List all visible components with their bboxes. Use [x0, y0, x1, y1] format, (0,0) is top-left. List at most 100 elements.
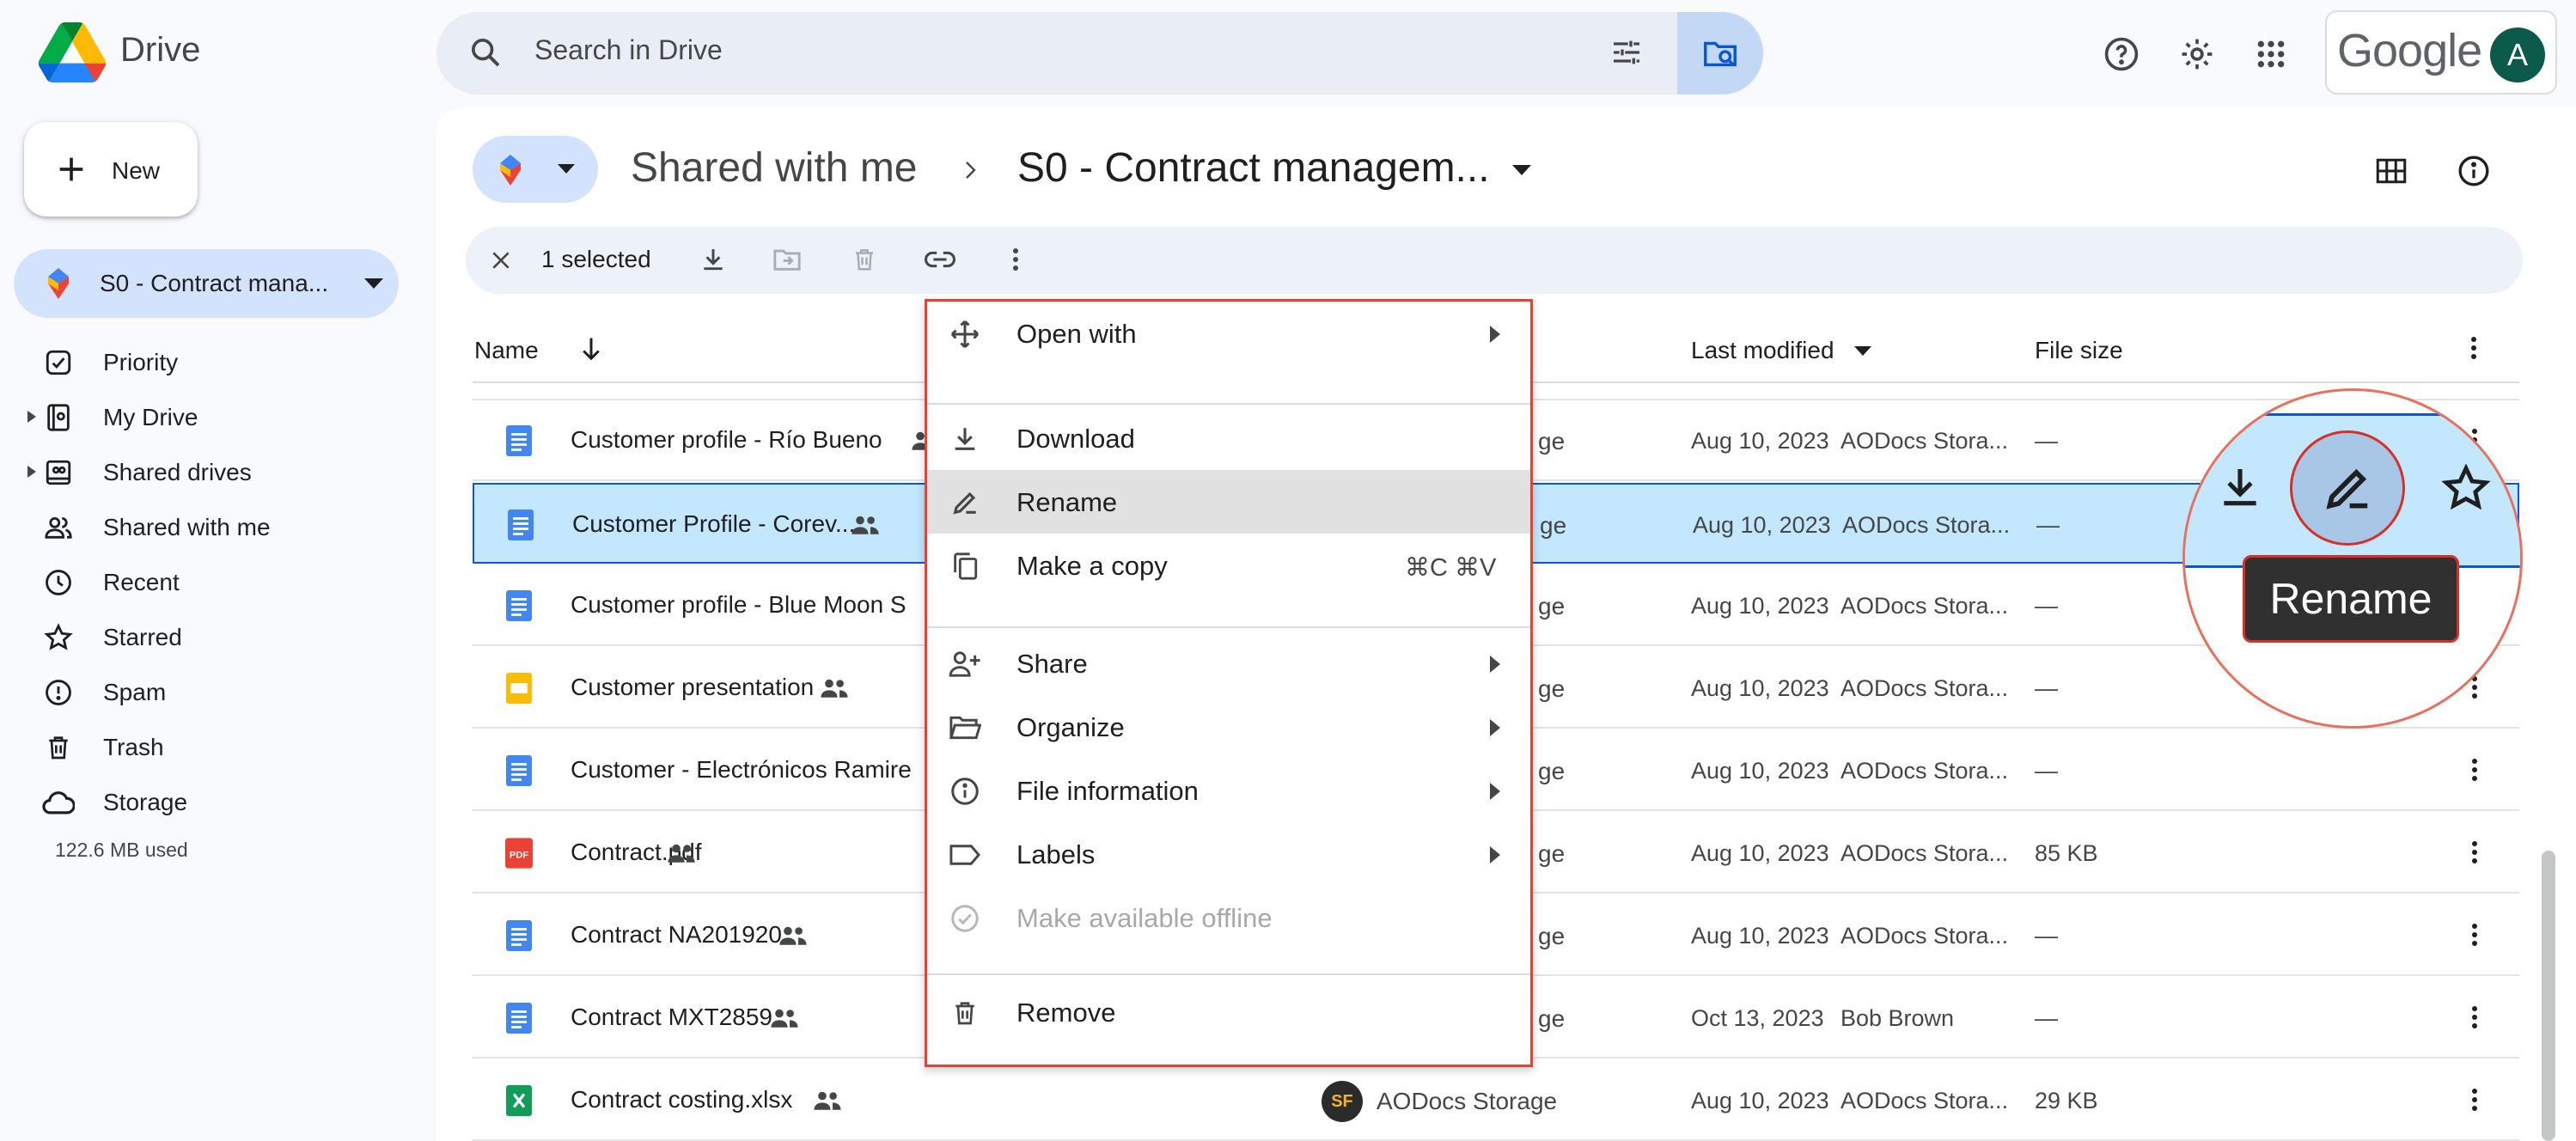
file-modified-date: Aug 10, 2023 — [1691, 758, 1829, 784]
folder-open-icon — [948, 711, 982, 745]
sidebar-item-trash[interactable]: Trash — [0, 720, 412, 775]
file-modified-by: AODocs Stora... — [1840, 758, 2009, 784]
storage-used-text: 122.6 MB used — [55, 839, 188, 861]
settings-icon[interactable] — [2176, 33, 2219, 76]
search-input[interactable]: Search in Drive — [534, 34, 723, 66]
plus-icon — [50, 148, 93, 191]
info-icon[interactable] — [2452, 149, 2495, 192]
sidebar-item-spam[interactable]: Spam — [0, 665, 412, 720]
menu-item-share[interactable]: Share — [927, 632, 1530, 695]
sidebar-item-priority[interactable]: Priority — [0, 335, 412, 390]
shared-people-icon — [778, 923, 808, 949]
submenu-arrow-icon — [1490, 326, 1500, 343]
apps-icon[interactable] — [2249, 33, 2292, 76]
file-modified-by: AODocs Stora... — [1842, 512, 2011, 538]
rename-icon[interactable] — [2321, 461, 2374, 515]
file-modified-date: Aug 10, 2023 — [1691, 840, 1829, 866]
download-icon[interactable] — [694, 241, 732, 278]
arrow-down-icon[interactable] — [574, 332, 608, 366]
search-folder-icon[interactable] — [1677, 12, 1763, 95]
trash-icon[interactable] — [845, 241, 883, 278]
cloud-icon — [41, 785, 76, 820]
link-icon[interactable] — [921, 241, 959, 278]
more-vert-icon[interactable] — [2457, 1083, 2492, 1117]
recent-icon — [41, 565, 76, 600]
sidebar-item-label: Priority — [103, 349, 179, 375]
person-add-icon — [948, 647, 982, 681]
breadcrumb-shared-with-me[interactable]: Shared with me — [631, 144, 918, 192]
menu-item-make-available-offline: Make available offline — [927, 886, 1530, 949]
download-icon[interactable] — [2216, 463, 2264, 511]
menu-item-remove[interactable]: Remove — [927, 980, 1530, 1044]
sidebar-item-my-drive[interactable]: My Drive — [0, 390, 412, 445]
sidebar-item-starred[interactable]: Starred — [0, 610, 412, 665]
column-header-file-size[interactable]: File size — [2035, 337, 2123, 364]
doc-file-icon — [504, 589, 534, 622]
avatar[interactable]: A — [2490, 27, 2545, 82]
more-vert-icon[interactable] — [2456, 330, 2492, 366]
slides-file-icon — [504, 672, 534, 705]
expand-arrow-icon[interactable] — [27, 411, 36, 423]
table-row[interactable]: Contract costing.xlsx SF AODocs Storage Aug… — [473, 1060, 2519, 1141]
close-icon[interactable] — [483, 242, 519, 278]
expand-arrow-icon[interactable] — [27, 466, 36, 478]
file-name: Customer profile - Blue Moon S — [571, 591, 906, 618]
more-vert-icon[interactable] — [997, 241, 1035, 278]
column-header-name[interactable]: Name — [474, 337, 539, 364]
breadcrumb-drive-chip[interactable] — [473, 136, 598, 203]
my-drive-icon — [41, 400, 76, 435]
spam-icon — [41, 675, 76, 710]
grid-view-icon[interactable] — [2372, 151, 2411, 191]
file-modified-by: AODocs Stora... — [1840, 593, 2009, 619]
menu-item-rename[interactable]: Rename — [927, 470, 1530, 534]
shared-people-icon — [851, 512, 880, 538]
menu-item-make-a-copy[interactable]: Make a copy ⌘C ⌘V — [927, 534, 1530, 597]
rename-icon — [948, 485, 982, 520]
menu-item-label: Download — [1016, 424, 1135, 454]
shared-people-icon — [820, 675, 849, 701]
more-vert-icon[interactable] — [2457, 918, 2492, 952]
caret-down-icon[interactable] — [1853, 342, 1873, 359]
rename-tooltip: Rename — [2243, 555, 2459, 643]
move-icon[interactable] — [768, 241, 806, 278]
scrollbar[interactable] — [2542, 851, 2555, 1141]
menu-item-label: Remove — [1016, 998, 1116, 1028]
menu-divider — [927, 626, 1530, 628]
menu-item-labels[interactable]: Labels — [927, 822, 1530, 886]
drive-logo[interactable] — [38, 22, 107, 82]
menu-item-download[interactable]: Download — [927, 406, 1530, 470]
sidebar-item-label: Recent — [103, 569, 180, 595]
doc-file-icon — [504, 1002, 534, 1034]
aodocs-icon — [493, 153, 528, 187]
file-modified-date: Aug 10, 2023 — [1691, 1088, 1829, 1114]
menu-item-label: Labels — [1016, 839, 1096, 869]
aodocs-icon — [41, 266, 76, 301]
help-icon[interactable] — [2100, 33, 2143, 76]
sidebar-item-storage[interactable]: Storage — [0, 775, 412, 830]
submenu-arrow-icon — [1490, 846, 1500, 863]
search-icon[interactable] — [464, 31, 507, 74]
file-modified-date: Aug 10, 2023 — [1691, 923, 1829, 949]
menu-item-label: File information — [1016, 776, 1199, 806]
column-header-last-modified[interactable]: Last modified — [1691, 337, 1834, 364]
file-modified-date: Aug 10, 2023 — [1691, 428, 1829, 454]
breadcrumb-current-folder[interactable]: S0 - Contract managem... — [1017, 144, 1490, 192]
sidebar-item-shared-with-me[interactable]: Shared with me — [0, 500, 412, 555]
file-owner: ge — [1538, 675, 1566, 702]
file-size: 85 KB — [2035, 840, 2098, 866]
more-vert-icon[interactable] — [2457, 1000, 2492, 1034]
tune-icon[interactable] — [1605, 31, 1648, 74]
file-size: — — [2035, 1005, 2058, 1031]
more-vert-icon[interactable] — [2457, 753, 2492, 787]
doc-file-icon — [504, 424, 534, 457]
sidebar-item-shared-drives[interactable]: Shared drives — [0, 445, 412, 500]
menu-item-label: Share — [1016, 649, 1088, 679]
menu-item-organize[interactable]: Organize — [927, 695, 1530, 759]
file-name: Contract MXT2859 — [571, 1004, 772, 1030]
sidebar-item-recent[interactable]: Recent — [0, 555, 412, 610]
more-vert-icon[interactable] — [2457, 835, 2492, 869]
caret-down-icon[interactable] — [1509, 162, 1535, 179]
menu-item-file-information[interactable]: File information — [927, 759, 1530, 822]
star-icon[interactable] — [2441, 463, 2491, 513]
menu-item-open-with[interactable]: Open with — [927, 302, 1530, 365]
